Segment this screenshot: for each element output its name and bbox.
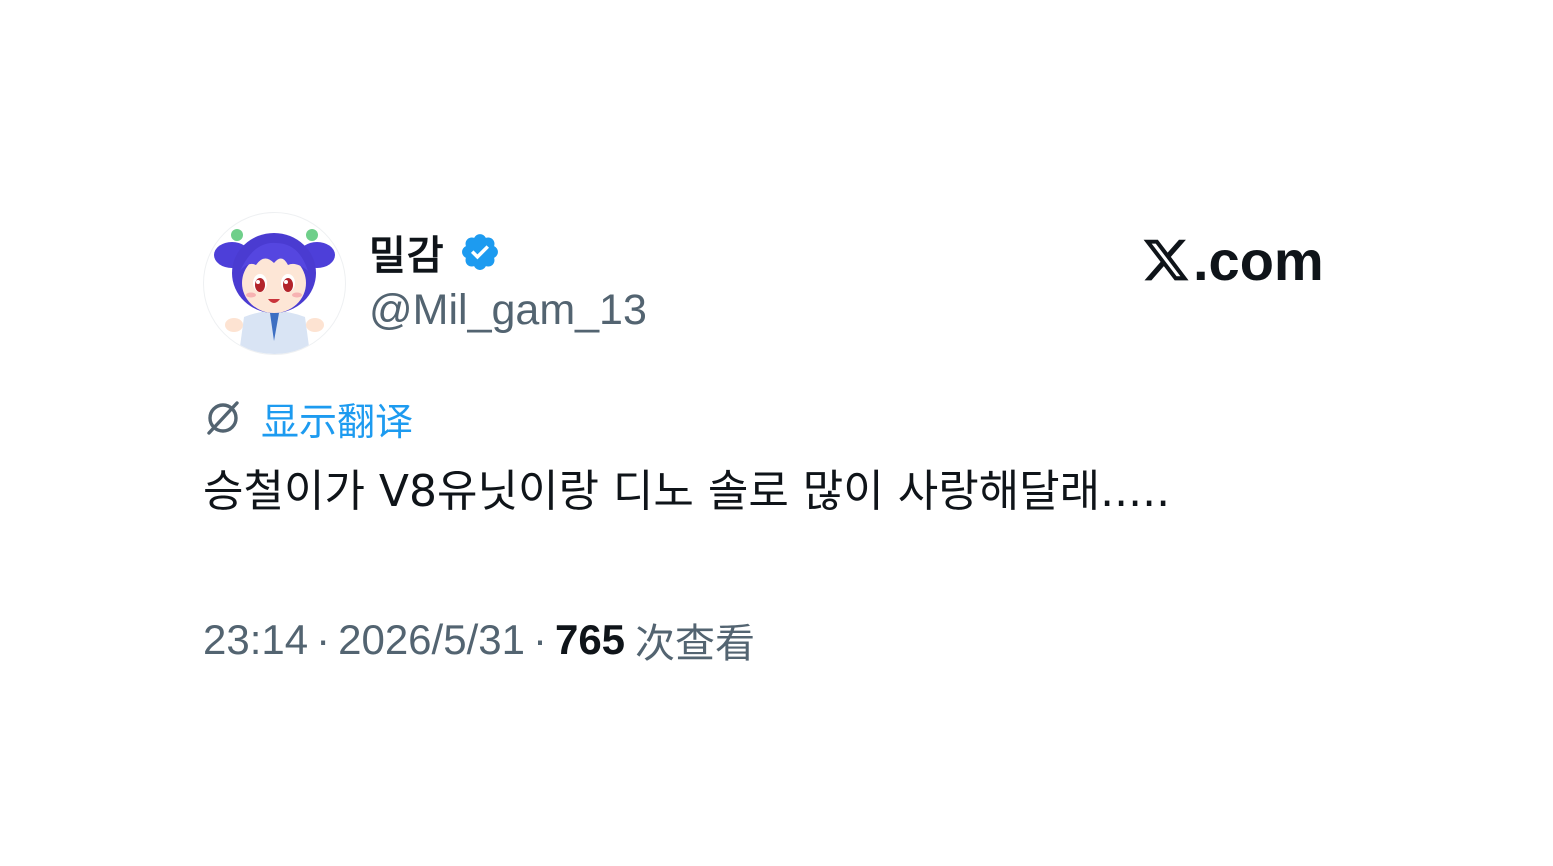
verified-badge-icon xyxy=(459,231,501,273)
x-logo-icon xyxy=(1141,234,1191,286)
x-com-logo: .com xyxy=(1141,228,1324,292)
tweet-card: 밀감 @Mil_gam_13 .com 显示翻译 승철이가 V8유닛이랑 디노 … xyxy=(0,0,1553,866)
logo-suffix: .com xyxy=(1193,228,1324,292)
tweet-text: 승철이가 V8유닛이랑 디노 솔로 많이 사랑해달래..... xyxy=(203,466,1171,517)
avatar[interactable] xyxy=(203,212,346,355)
views-label: 次查看 xyxy=(635,621,756,667)
meta-separator: · xyxy=(316,616,331,663)
author-handle[interactable]: @Mil_gam_13 xyxy=(369,286,647,335)
author-name-row: 밀감 xyxy=(369,224,501,280)
show-translation-label[interactable]: 显示翻译 xyxy=(261,391,413,446)
meta-separator: · xyxy=(532,616,547,663)
globe-translate-icon xyxy=(203,398,243,438)
anime-girl-avatar-icon xyxy=(214,229,335,354)
author-display-name[interactable]: 밀감 xyxy=(369,223,445,281)
tweet-date[interactable]: 2026/5/31 xyxy=(338,616,525,664)
tweet-meta: 23:14 · 2026/5/31 · 765 次查看 xyxy=(203,612,755,668)
tweet-time[interactable]: 23:14 xyxy=(203,616,308,664)
show-translation-button[interactable]: 显示翻译 xyxy=(203,391,413,446)
views-count: 765 xyxy=(554,616,626,663)
